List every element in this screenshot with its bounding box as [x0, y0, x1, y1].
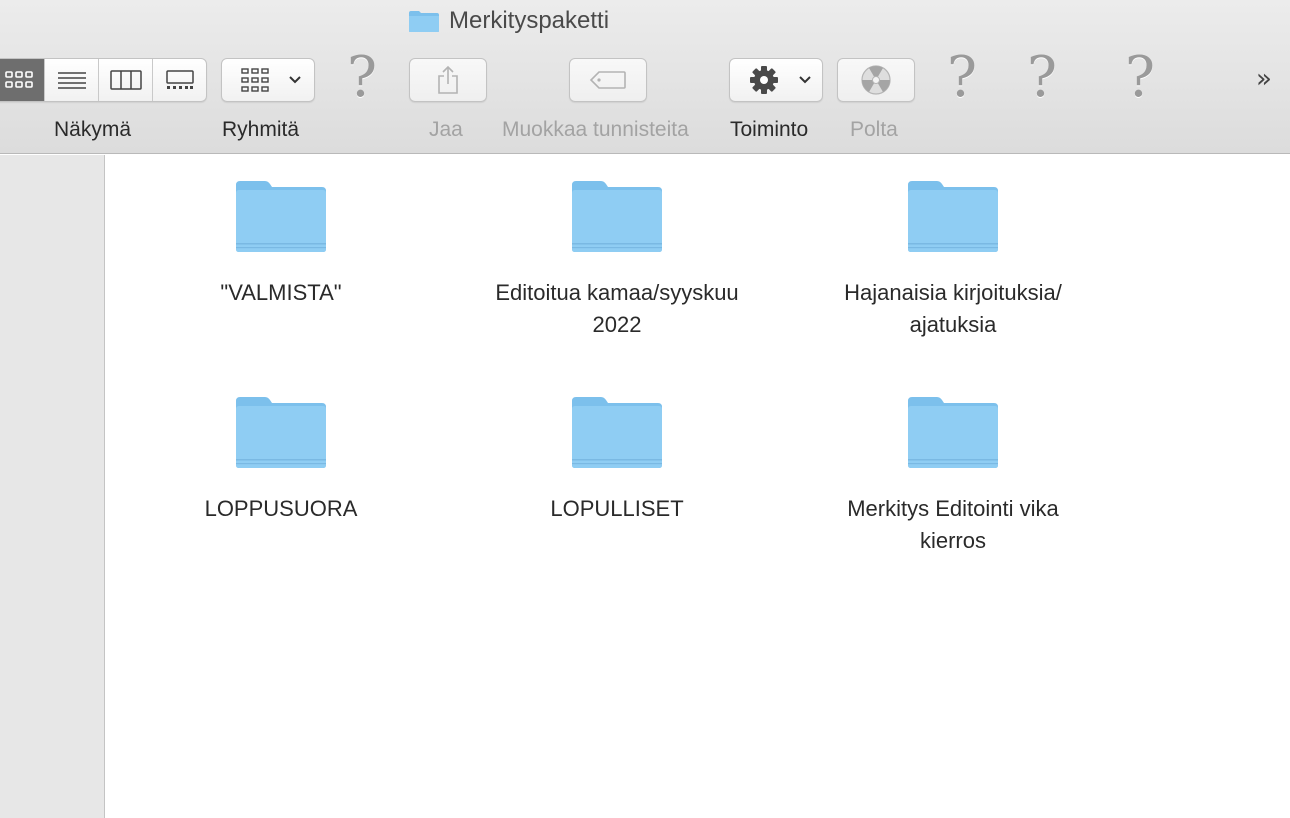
- question-mark-icon[interactable]: ?: [340, 48, 384, 108]
- edit-tags-button[interactable]: [569, 58, 647, 102]
- folder-item[interactable]: LOPULLISET: [467, 395, 767, 525]
- folder-icon: [409, 11, 439, 32]
- folder-icon: [572, 397, 662, 468]
- folder-icon: [236, 181, 326, 252]
- column-view-icon: [109, 70, 142, 90]
- question-mark-icon[interactable]: ?: [940, 48, 984, 108]
- burn-button[interactable]: [837, 58, 915, 102]
- view-segmented-control: [0, 58, 207, 102]
- folder-item[interactable]: Editoitua kamaa/syyskuu 2022: [467, 179, 767, 341]
- folder-icon: [908, 397, 998, 468]
- question-mark-icon[interactable]: ?: [1020, 48, 1064, 108]
- share-icon: [438, 65, 458, 94]
- folder-name: "VALMISTA": [220, 280, 342, 305]
- file-grid: "VALMISTA" Editoitua kamaa/syyskuu 2022 …: [106, 155, 1290, 818]
- folder-icon: [236, 397, 326, 468]
- edit-tags-label: Muokkaa tunnisteita: [502, 118, 689, 141]
- folder-item[interactable]: Merkitys Editointi vika kierros: [803, 395, 1103, 557]
- window-title-text: Merkityspaketti: [449, 7, 610, 34]
- column-view-button[interactable]: [99, 59, 153, 101]
- folder-icon: [908, 181, 998, 252]
- group-label: Ryhmitä: [222, 118, 300, 141]
- sidebar: [0, 155, 105, 818]
- chevron-down-icon: [289, 76, 301, 84]
- folder-item[interactable]: LOPPUSUORA: [131, 395, 431, 525]
- folder-icon: [572, 181, 662, 252]
- chevron-down-icon: [799, 76, 811, 84]
- overflow-chevron-icon[interactable]: »: [1256, 64, 1272, 94]
- folder-item[interactable]: Hajanaisia kirjoituksia/ ajatuksia: [803, 179, 1103, 341]
- icon-view-icon: [4, 71, 33, 88]
- toolbar: Merkityspaketti ? ? ? ? » Näkymä Ryhmitä…: [0, 0, 1290, 154]
- burn-label: Polta: [850, 118, 898, 141]
- list-view-icon: [57, 72, 86, 89]
- folder-name: LOPULLISET: [550, 496, 684, 521]
- view-label: Näkymä: [54, 118, 132, 141]
- question-mark-icon[interactable]: ?: [1118, 48, 1162, 108]
- gear-icon: [750, 66, 778, 94]
- icon-view-button[interactable]: [0, 59, 45, 101]
- folder-name: LOPPUSUORA: [204, 496, 358, 521]
- share-label: Jaa: [429, 118, 463, 141]
- folder-name: Editoitua kamaa/syyskuu 2022: [495, 280, 739, 337]
- action-label: Toiminto: [730, 118, 809, 141]
- burn-icon: [861, 65, 891, 95]
- group-icon: [241, 68, 269, 92]
- list-view-button[interactable]: [45, 59, 99, 101]
- action-button[interactable]: [729, 58, 823, 102]
- share-button[interactable]: [409, 58, 487, 102]
- folder-item[interactable]: "VALMISTA": [131, 179, 431, 309]
- gallery-view-button[interactable]: [153, 59, 206, 101]
- group-button[interactable]: [221, 58, 315, 102]
- tag-icon: [589, 71, 626, 89]
- folder-name: Merkitys Editointi vika kierros: [847, 496, 1059, 553]
- gallery-view-icon: [165, 70, 194, 89]
- window-title: Merkityspaketti: [408, 6, 609, 36]
- folder-name: Hajanaisia kirjoituksia/ ajatuksia: [844, 280, 1062, 337]
